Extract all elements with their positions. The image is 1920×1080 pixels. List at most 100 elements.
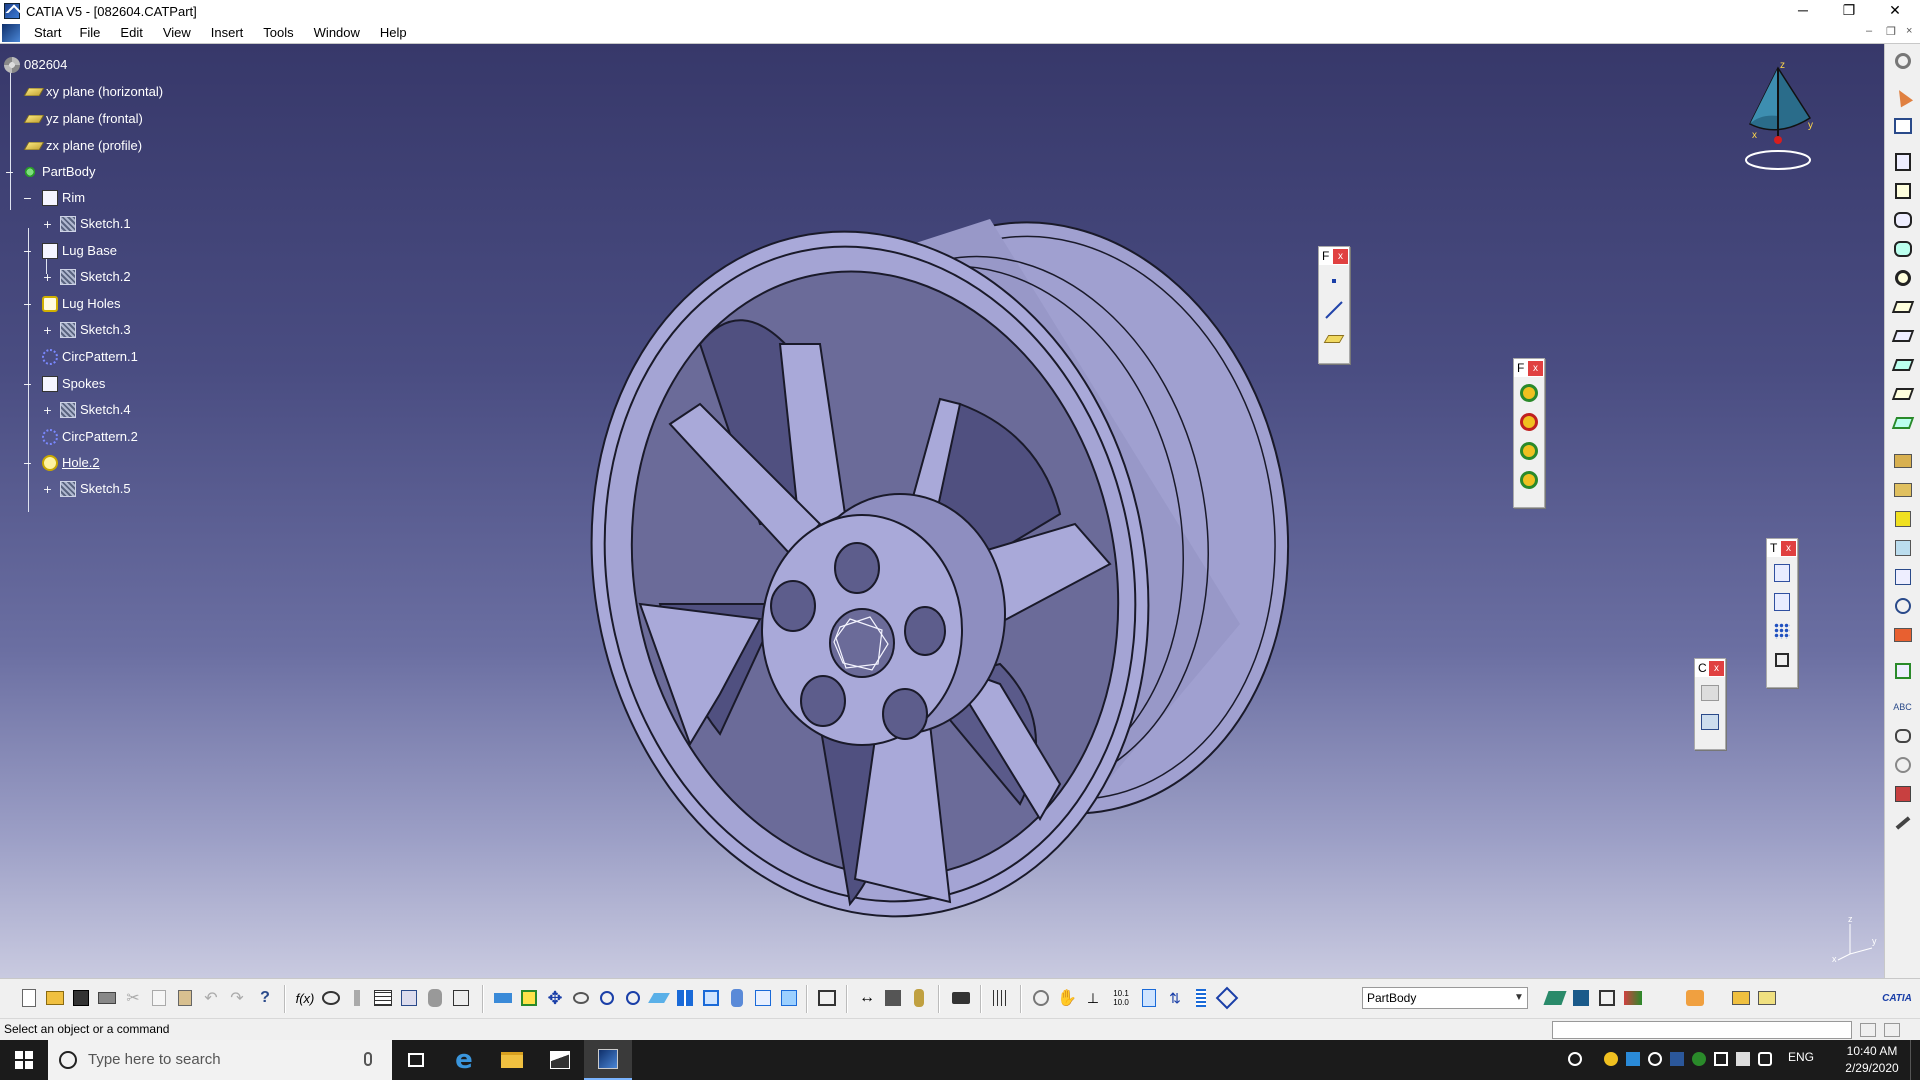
- axis-icon[interactable]: ⊥: [1082, 987, 1104, 1009]
- tree-node-lug-holes[interactable]: Lug Holes: [42, 294, 121, 314]
- sketcher-icon[interactable]: [1891, 114, 1915, 138]
- dress-up-shell-icon[interactable]: [1891, 536, 1915, 560]
- command-stop-icon[interactable]: [1884, 1023, 1900, 1037]
- minimize-button[interactable]: ─: [1780, 0, 1826, 22]
- whats-this-icon[interactable]: ?: [254, 987, 276, 1009]
- line-icon[interactable]: [1321, 297, 1347, 323]
- layer-icon[interactable]: [1756, 987, 1778, 1009]
- fit-all-icon[interactable]: [518, 987, 540, 1009]
- show-desktop-button[interactable]: [1910, 1040, 1916, 1080]
- insert-body-icon[interactable]: [1543, 987, 1567, 1009]
- open-folder-icon[interactable]: [44, 987, 66, 1009]
- document-menu-icon[interactable]: [2, 23, 20, 42]
- stiffener-tool-icon[interactable]: [1891, 353, 1915, 377]
- copy-icon[interactable]: [148, 987, 170, 1009]
- task-view-icon[interactable]: [392, 1040, 440, 1080]
- zoom-in-icon[interactable]: [596, 987, 618, 1009]
- grid-snap-icon[interactable]: [990, 987, 1012, 1009]
- tray-display-icon[interactable]: [1736, 1052, 1750, 1066]
- collapse-icon[interactable]: −: [22, 246, 33, 258]
- compass[interactable]: z y x: [1740, 54, 1820, 174]
- bottle-icon[interactable]: [908, 987, 930, 1009]
- menu-view[interactable]: View: [153, 23, 201, 43]
- tree-node-rim[interactable]: Rim: [42, 188, 85, 208]
- flip-icon[interactable]: ↔: [856, 987, 878, 1009]
- tray-app-icon[interactable]: [1604, 1052, 1618, 1066]
- formula-icon[interactable]: f(x): [294, 987, 316, 1009]
- expand-icon[interactable]: +: [42, 272, 53, 284]
- catalog-browser-icon[interactable]: [882, 987, 904, 1009]
- menu-file[interactable]: File: [69, 23, 110, 43]
- translation-icon[interactable]: [1769, 560, 1795, 586]
- tray-network-icon[interactable]: [1714, 1052, 1728, 1066]
- doc-minimize-button[interactable]: –: [1866, 25, 1872, 37]
- tree-root[interactable]: 082604: [4, 55, 67, 75]
- body-select-icon[interactable]: [1215, 986, 1239, 1010]
- current-body-select[interactable]: PartBody ▼: [1362, 987, 1528, 1009]
- paste-icon[interactable]: [174, 987, 196, 1009]
- workbench-gear-icon[interactable]: [1891, 49, 1915, 73]
- system-clock[interactable]: 10:40 AM 2/29/2020: [1832, 1043, 1912, 1077]
- microphone-icon[interactable]: [364, 1052, 372, 1066]
- knowledge-inspector-icon[interactable]: [424, 987, 446, 1009]
- cut-icon[interactable]: ✂: [122, 987, 144, 1009]
- expand-icon[interactable]: +: [42, 325, 53, 337]
- hand-tool-icon[interactable]: [1684, 987, 1706, 1009]
- tray-word-icon[interactable]: [1670, 1052, 1684, 1066]
- new-document-icon[interactable]: [18, 987, 40, 1009]
- collapse-icon[interactable]: −: [22, 458, 33, 470]
- knowledge-icon[interactable]: [1891, 811, 1915, 835]
- tree-node-sketch-3[interactable]: Sketch.3: [60, 320, 131, 340]
- menu-start[interactable]: Start: [26, 23, 69, 43]
- expand-icon[interactable]: +: [42, 405, 53, 417]
- print-icon[interactable]: [96, 987, 118, 1009]
- analysis-icon[interactable]: [1891, 782, 1915, 806]
- loft-tool-icon[interactable]: [1891, 382, 1915, 406]
- stack-icon[interactable]: [1190, 987, 1212, 1009]
- close-toolbar-button[interactable]: x: [1528, 360, 1543, 376]
- close-toolbar-button[interactable]: x: [1709, 660, 1724, 676]
- people-icon[interactable]: [1568, 1052, 1582, 1066]
- tree-node-xy-plane[interactable]: xy plane (horizontal): [23, 82, 163, 102]
- fillet-icon[interactable]: [1516, 380, 1542, 406]
- axis-system-icon[interactable]: [1891, 594, 1915, 618]
- reframe-icon[interactable]: [1030, 987, 1052, 1009]
- intersect-icon[interactable]: [1596, 987, 1618, 1009]
- collapse-icon[interactable]: −: [22, 299, 33, 311]
- menu-window[interactable]: Window: [304, 23, 370, 43]
- table-icon[interactable]: [372, 987, 394, 1009]
- draft-icon[interactable]: [1516, 438, 1542, 464]
- assemble-icon[interactable]: [1570, 987, 1592, 1009]
- constraint-icon[interactable]: [1697, 680, 1723, 706]
- tree-node-yz-plane[interactable]: yz plane (frontal): [23, 109, 143, 129]
- collapse-icon[interactable]: −: [4, 167, 15, 179]
- hand-icon[interactable]: ✋: [1056, 987, 1078, 1009]
- swap-space-icon[interactable]: [778, 987, 800, 1009]
- tree-node-circpattern-2[interactable]: CircPattern.2: [42, 427, 138, 447]
- measure-icon[interactable]: [1891, 659, 1915, 683]
- dress-up-chamfer-icon[interactable]: [1891, 478, 1915, 502]
- chamfer-icon[interactable]: [1516, 409, 1542, 435]
- tree-node-lug-base[interactable]: Lug Base: [42, 241, 117, 261]
- union-trim-icon[interactable]: [1622, 987, 1644, 1009]
- tree-node-spokes[interactable]: Spokes: [42, 374, 105, 394]
- shell-icon[interactable]: [1516, 467, 1542, 493]
- wheel-model[interactable]: [0, 44, 1884, 978]
- apply-material-icon[interactable]: [1891, 724, 1915, 748]
- tray-security-icon[interactable]: [1692, 1052, 1706, 1066]
- windows-start-button[interactable]: [0, 1040, 48, 1080]
- command-list-icon[interactable]: [1860, 1023, 1876, 1037]
- hide-show-icon[interactable]: [752, 987, 774, 1009]
- rib-tool-icon[interactable]: [1891, 295, 1915, 319]
- plane-icon[interactable]: [1321, 326, 1347, 352]
- doc-close-button[interactable]: ×: [1906, 25, 1912, 37]
- menu-help[interactable]: Help: [370, 23, 417, 43]
- tree-node-sketch-1[interactable]: Sketch.1: [60, 214, 131, 234]
- rectangular-pattern-icon[interactable]: [1769, 618, 1795, 644]
- tree-node-zx-plane[interactable]: zx plane (profile): [23, 136, 142, 156]
- tree-node-sketch-5[interactable]: Sketch.5: [60, 479, 131, 499]
- tree-node-partbody[interactable]: PartBody: [22, 162, 95, 182]
- close-toolbar-button[interactable]: x: [1333, 248, 1348, 264]
- slot-tool-icon[interactable]: [1891, 324, 1915, 348]
- capture-icon[interactable]: [950, 987, 972, 1009]
